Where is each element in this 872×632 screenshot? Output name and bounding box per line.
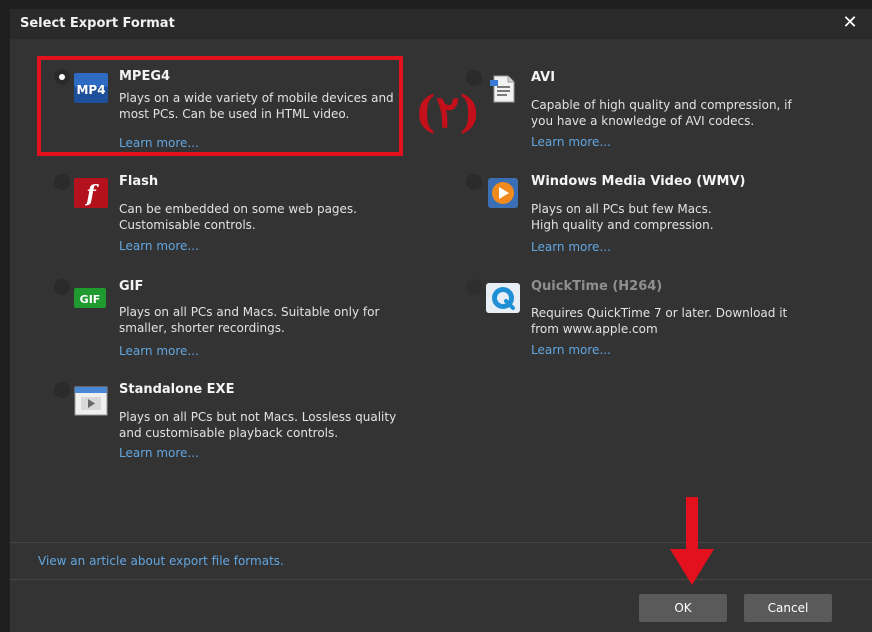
description-line: smaller, shorter recordings.: [119, 321, 285, 335]
radio-quicktime: [466, 279, 482, 295]
ok-button[interactable]: OK: [639, 594, 727, 622]
description-line: Capable of high quality and compression,…: [531, 98, 792, 112]
description-line: Plays on all PCs but few Macs.: [531, 202, 712, 216]
dialog-title: Select Export Format: [20, 16, 175, 31]
option-gif[interactable]: GIF GIF Plays on all PCs and Macs. Suita…: [54, 279, 434, 374]
option-avi[interactable]: AVI Capable of high quality and compress…: [466, 70, 846, 165]
description-line: Can be embedded on some web pages.: [119, 202, 357, 216]
radio-standalone-exe[interactable]: [54, 382, 70, 398]
highlight-box: [37, 56, 403, 156]
option-flash[interactable]: f Flash Can be embedded on some web page…: [54, 174, 434, 269]
option-title: Standalone EXE: [119, 382, 235, 397]
avi-file-icon: [486, 74, 520, 104]
cancel-button[interactable]: Cancel: [744, 594, 832, 622]
description-line: you have a knowledge of AVI codecs.: [531, 114, 755, 128]
option-description: Plays on all PCs but few Macs. High qual…: [531, 201, 821, 233]
option-wmv[interactable]: Windows Media Video (WMV) Plays on all P…: [466, 174, 846, 269]
gif-icon: GIF: [74, 283, 108, 313]
option-description: Plays on all PCs and Macs. Suitable only…: [119, 304, 409, 336]
flash-icon: f: [74, 178, 108, 208]
option-description: Requires QuickTime 7 or later. Download …: [531, 305, 821, 337]
description-line: Plays on all PCs but not Macs. Lossless …: [119, 410, 397, 424]
standalone-exe-icon: [74, 386, 108, 416]
learn-more-link[interactable]: Learn more...: [119, 446, 199, 460]
option-quicktime: QuickTime (H264) Requires QuickTime 7 or…: [466, 279, 846, 374]
option-standalone-exe[interactable]: Standalone EXE Plays on all PCs but not …: [54, 382, 434, 477]
close-button[interactable]: ✕: [840, 13, 860, 33]
option-title: AVI: [531, 70, 556, 85]
windows-media-icon: [486, 178, 520, 208]
radio-avi[interactable]: [466, 70, 482, 86]
export-format-dialog: Select Export Format ✕ MP4 MPEG4 Plays o…: [10, 9, 872, 632]
learn-more-link[interactable]: Learn more...: [119, 344, 199, 358]
gif-icon-text: GIF: [80, 293, 101, 306]
description-line: and customisable playback controls.: [119, 426, 339, 440]
description-line: High quality and compression.: [531, 218, 714, 232]
learn-more-link[interactable]: Learn more...: [531, 240, 611, 254]
radio-wmv[interactable]: [466, 174, 482, 190]
quicktime-icon: [486, 283, 520, 313]
down-arrow-icon: [670, 497, 714, 591]
description-line: Plays on all PCs and Macs. Suitable only…: [119, 305, 380, 319]
description-line: Customisable controls.: [119, 218, 256, 232]
description-line: from www.apple.com: [531, 322, 658, 336]
option-description: Capable of high quality and compression,…: [531, 97, 821, 129]
radio-flash[interactable]: [54, 174, 70, 190]
learn-more-link[interactable]: Learn more...: [531, 343, 611, 357]
option-title: Flash: [119, 174, 159, 189]
export-formats-article-link[interactable]: View an article about export file format…: [38, 554, 284, 568]
footer-divider: [10, 542, 872, 543]
option-title: QuickTime (H264): [531, 279, 663, 294]
option-description: Can be embedded on some web pages. Custo…: [119, 201, 409, 233]
radio-gif[interactable]: [54, 279, 70, 295]
step-number-label: (٢): [415, 87, 481, 138]
description-line: Requires QuickTime 7 or later. Download …: [531, 306, 788, 320]
option-title: GIF: [119, 279, 144, 294]
button-divider: [10, 579, 872, 580]
title-bar: Select Export Format ✕: [10, 9, 872, 39]
option-title: Windows Media Video (WMV): [531, 174, 746, 189]
learn-more-link[interactable]: Learn more...: [531, 135, 611, 149]
learn-more-link[interactable]: Learn more...: [119, 239, 199, 253]
option-description: Plays on all PCs but not Macs. Lossless …: [119, 409, 409, 441]
